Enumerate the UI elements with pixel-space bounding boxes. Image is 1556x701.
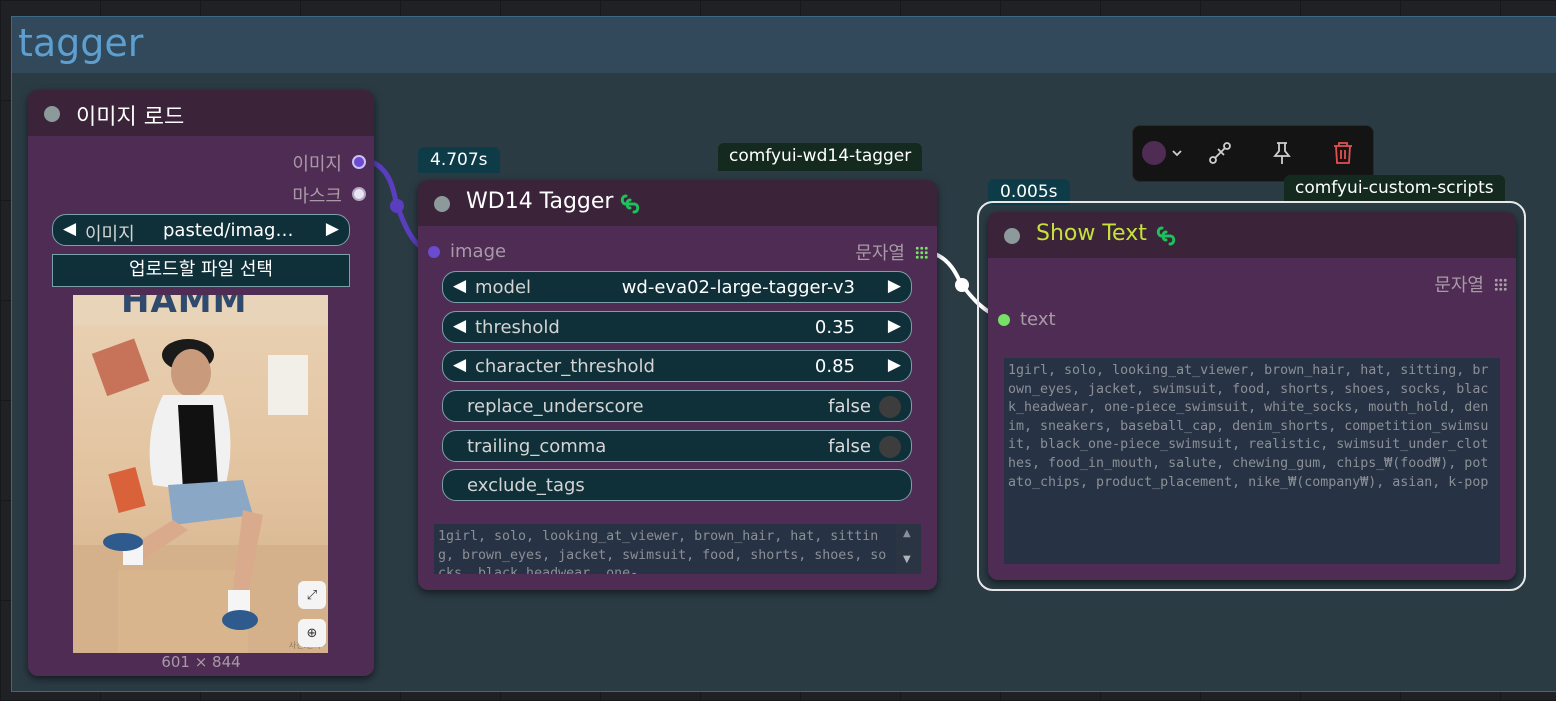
- selection-toolbox: [1132, 125, 1374, 182]
- source-value: comfyui-custom-scripts: [1295, 178, 1494, 198]
- widget-value: 0.85: [814, 356, 855, 377]
- widget-value: 0.35: [814, 317, 855, 338]
- photo-header-text: HAMM: [121, 295, 248, 321]
- prev-arrow-icon[interactable]: ◀: [453, 276, 466, 296]
- preview-caption: 601 × 844: [161, 653, 241, 671]
- tagger-output-textarea[interactable]: 1girl, solo, looking_at_viewer, brown_ha…: [434, 524, 896, 574]
- collapse-dot[interactable]: [1004, 228, 1020, 244]
- model-select-widget[interactable]: ◀ model wd-eva02-large-tagger-v3 ▶: [442, 271, 912, 303]
- link-midpoint-text: [955, 278, 969, 292]
- trailing-comma-toggle[interactable]: trailing_comma false: [442, 430, 912, 462]
- input-label-text: text: [1020, 309, 1056, 330]
- textarea-scrollbar[interactable]: ▲ ▼: [896, 524, 921, 574]
- tagger-source-badge: comfyui-wd14-tagger: [718, 143, 923, 171]
- widget-label: 이미지: [85, 224, 135, 245]
- custom-node-link-icon: [1156, 226, 1176, 246]
- replace-underscore-toggle[interactable]: replace_underscore false: [442, 390, 912, 422]
- output-label-string: 문자열: [1434, 275, 1484, 296]
- collapse-dot[interactable]: [434, 196, 450, 212]
- show-text-textarea[interactable]: 1girl, solo, looking_at_viewer, brown_ha…: [1004, 358, 1500, 564]
- widget-label: model: [475, 277, 532, 298]
- scroll-down-icon[interactable]: ▼: [903, 554, 911, 565]
- timing-value: 4.707s: [430, 150, 488, 170]
- toggle-indicator[interactable]: [879, 396, 901, 418]
- next-arrow-icon[interactable]: ▶: [326, 219, 339, 239]
- toggle-value: false: [828, 436, 871, 457]
- bypass-icon: [1209, 142, 1231, 164]
- decrement-arrow-icon[interactable]: ◀: [453, 355, 466, 375]
- output-label-mask: 마스크: [292, 186, 342, 207]
- color-swatch-icon: [1142, 141, 1166, 165]
- widget-value: pasted/imag…: [163, 220, 294, 241]
- toggle-value: false: [828, 396, 871, 417]
- bypass-button[interactable]: [1203, 136, 1237, 170]
- output-label-image: 이미지: [292, 154, 342, 175]
- source-value: comfyui-wd14-tagger: [729, 146, 912, 166]
- node-title: WD14 Tagger: [466, 189, 614, 214]
- output-slot-string-grid-icon[interactable]: [915, 246, 928, 259]
- increment-arrow-icon[interactable]: ▶: [888, 355, 901, 375]
- input-label-image: image: [450, 241, 507, 262]
- upload-button[interactable]: 업로드할 파일 선택: [52, 254, 350, 287]
- exclude-tags-input[interactable]: exclude_tags: [442, 469, 912, 501]
- pin-icon: [1273, 142, 1291, 164]
- image-select-widget[interactable]: ◀ 이미지 pasted/imag… ▶: [52, 214, 350, 246]
- widget-label: threshold: [475, 317, 560, 338]
- toggle-label: trailing_comma: [467, 436, 607, 457]
- node-title-bar[interactable]: 이미지 로드: [28, 90, 374, 136]
- zoom-icon[interactable]: ⊕: [298, 619, 326, 647]
- link-midpoint-image: [390, 199, 404, 213]
- show-text-node[interactable]: Show Text 문자열 text 1girl, solo, looking_…: [988, 212, 1516, 580]
- node-title: 이미지 로드: [76, 105, 185, 130]
- photo-illustration: [73, 295, 328, 653]
- expand-icon[interactable]: ⤢: [298, 581, 326, 609]
- input-label: exclude_tags: [467, 475, 585, 496]
- increment-arrow-icon[interactable]: ▶: [888, 316, 901, 336]
- node-title: Show Text: [1036, 221, 1147, 246]
- node-title-bar[interactable]: Show Text: [988, 212, 1516, 258]
- output-slot-image[interactable]: [352, 155, 366, 169]
- output-slot-string-grid-icon[interactable]: [1494, 278, 1507, 291]
- prev-arrow-icon[interactable]: ◀: [63, 219, 76, 239]
- input-slot-text[interactable]: [998, 314, 1010, 326]
- pin-button[interactable]: [1265, 136, 1299, 170]
- output-slot-mask[interactable]: [352, 187, 366, 201]
- threshold-widget[interactable]: ◀ threshold 0.35 ▶: [442, 311, 912, 343]
- showtext-source-badge: comfyui-custom-scripts: [1284, 175, 1505, 203]
- node-canvas[interactable]: tagger 이미지 로드 이미지 마스크 ◀ 이미지 pasted/imag……: [0, 0, 1556, 701]
- toggle-indicator[interactable]: [879, 436, 901, 458]
- output-label-string: 문자열: [855, 243, 905, 264]
- decrement-arrow-icon[interactable]: ◀: [453, 316, 466, 336]
- timing-value: 0.005s: [1000, 182, 1058, 202]
- tagger-timing-badge: 4.707s: [418, 147, 500, 173]
- load-image-node[interactable]: 이미지 로드 이미지 마스크 ◀ 이미지 pasted/imag… ▶ 업로드할…: [28, 90, 374, 676]
- toggle-label: replace_underscore: [467, 396, 644, 417]
- color-picker-button[interactable]: [1139, 136, 1187, 170]
- image-preview: HAMM 사진:한국 · ⤢ ⊕: [73, 295, 328, 653]
- upload-button-label: 업로드할 파일 선택: [129, 259, 273, 280]
- widget-label: character_threshold: [475, 356, 655, 377]
- input-slot-image[interactable]: [428, 246, 440, 258]
- node-title-bar[interactable]: WD14 Tagger: [418, 180, 937, 226]
- character-threshold-widget[interactable]: ◀ character_threshold 0.85 ▶: [442, 350, 912, 382]
- next-arrow-icon[interactable]: ▶: [888, 276, 901, 296]
- wd14-tagger-node[interactable]: WD14 Tagger image 문자열 ◀ model wd-eva02-l…: [418, 180, 937, 590]
- scroll-up-icon[interactable]: ▲: [903, 528, 911, 539]
- widget-value: wd-eva02-large-tagger-v3: [621, 277, 855, 298]
- collapse-dot[interactable]: [44, 106, 60, 122]
- custom-node-link-icon: [620, 194, 640, 214]
- delete-button[interactable]: [1326, 136, 1360, 170]
- trash-icon: [1334, 142, 1352, 164]
- chevron-down-icon: [1172, 150, 1182, 157]
